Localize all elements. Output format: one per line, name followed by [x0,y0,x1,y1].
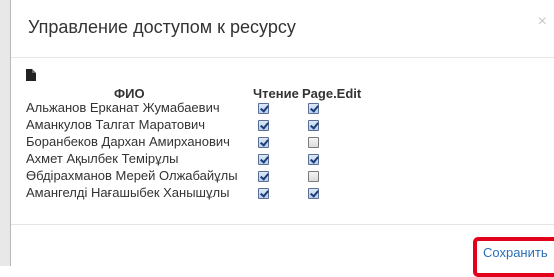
table-row: Ахмет Ақылбек Темірұлы [26,151,386,168]
close-icon[interactable]: × [538,14,547,30]
table-row: Альжанов Ерканат Жумабаевич [26,100,386,117]
edit-checkbox[interactable] [308,188,319,199]
edit-checkbox[interactable] [308,154,319,165]
read-checkbox[interactable] [258,137,269,148]
user-name: Ахмет Ақылбек Темірұлы [26,151,179,166]
table-row: Өбдірахманов Мерей Олжабайұлы [26,168,386,185]
table-row: Боранбеков Дархан Амирханович [26,134,386,151]
dialog-header: Управление доступом к ресурсу × [11,0,554,58]
user-name: Амангелді Нағашыбек Ханышұлы [26,185,230,200]
edit-checkbox[interactable] [308,103,319,114]
read-checkbox[interactable] [258,120,269,131]
read-checkbox[interactable] [258,154,269,165]
read-checkbox[interactable] [258,188,269,199]
dialog-footer: Сохранить [11,224,554,277]
table-row: Амангелді Нағашыбек Ханышұлы [26,185,386,202]
edit-checkbox[interactable] [308,137,319,148]
read-checkbox[interactable] [258,103,269,114]
read-checkbox[interactable] [258,171,269,182]
edit-checkbox[interactable] [308,120,319,131]
edit-checkbox[interactable] [308,171,319,182]
access-dialog: Управление доступом к ресурсу × ФИО Чтен… [10,0,554,277]
user-name: Аманкулов Талгат Маратович [26,117,206,132]
dialog-body: ФИО Чтение Page.Edit Альжанов Ерканат Жу… [11,58,554,224]
dialog-title: Управление доступом к ресурсу [28,17,296,37]
user-name: Альжанов Ерканат Жумабаевич [26,100,220,115]
column-header-name: ФИО [114,86,145,101]
file-icon [26,69,36,81]
user-name: Өбдірахманов Мерей Олжабайұлы [26,168,238,183]
table-row: Аманкулов Талгат Маратович [26,117,386,134]
save-button[interactable]: Сохранить [483,245,548,260]
column-header-read: Чтение [253,86,299,101]
column-header-edit: Page.Edit [302,86,362,101]
user-name: Боранбеков Дархан Амирханович [26,134,230,149]
